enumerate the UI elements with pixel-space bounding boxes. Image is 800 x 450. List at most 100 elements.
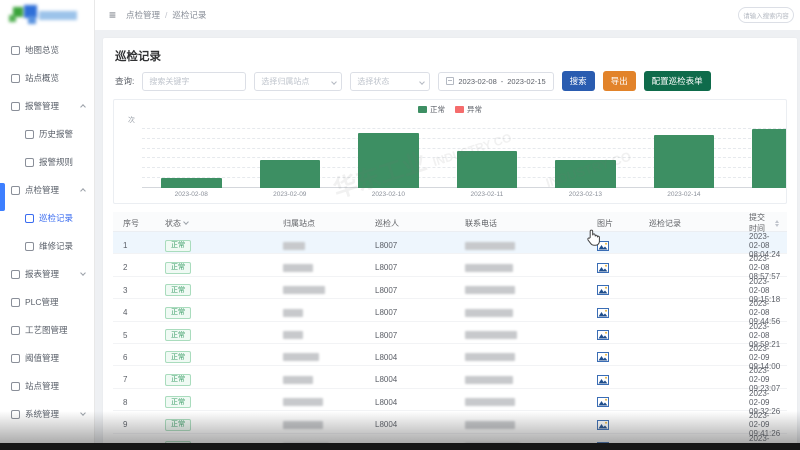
breadcrumb-section[interactable]: 点检管理 [126, 9, 160, 21]
image-thumbnail-icon[interactable] [597, 352, 609, 362]
table-row[interactable]: 6正常L80042023-02-09 09:14:00 [113, 344, 787, 366]
sidebar-item-process-diagram[interactable]: 工艺图管理 [0, 316, 94, 344]
table-row[interactable]: 8正常L80042023-02-09 09:32:26 [113, 389, 787, 411]
cell-image[interactable] [587, 375, 639, 385]
cell-status: 正常 [155, 419, 273, 431]
cell-status: 正常 [155, 240, 273, 252]
redacted-station [283, 309, 303, 317]
sidebar-item-station[interactable]: 站点管理 [0, 372, 94, 400]
sort-icon[interactable] [775, 220, 779, 227]
legend-label: 异常 [467, 104, 482, 115]
bottom-letterbox-bar [0, 443, 800, 450]
column-header-label: 联系电话 [465, 218, 497, 229]
sidebar-item-alarm[interactable]: 报警管理 [0, 92, 94, 120]
bar-2023-02-09[interactable] [260, 160, 321, 188]
cell-inspector: L8007 [365, 263, 455, 272]
image-thumbnail-icon[interactable] [597, 397, 609, 407]
cell-inspector: L8004 [365, 375, 455, 384]
bar-2023-02-14[interactable] [654, 135, 715, 188]
table-row[interactable]: 2正常L80072023-02-08 08:57:57 [113, 254, 787, 276]
sidebar-item-patrol-record[interactable]: 巡检记录 [0, 204, 94, 232]
table-row[interactable]: 4正常L80072023-02-08 09:44:56 [113, 299, 787, 321]
sidebar-item-label: 报表管理 [25, 268, 59, 280]
patrol-record-icon [25, 214, 34, 223]
sidebar-item-site-overview[interactable]: 站点概览 [0, 64, 94, 92]
bar-2023-02-10[interactable] [358, 133, 419, 188]
sidebar-item-label: 历史报警 [39, 128, 73, 140]
image-thumbnail-icon[interactable] [597, 375, 609, 385]
cell-phone [455, 309, 587, 317]
bar-2023-02-11[interactable] [457, 151, 518, 188]
sidebar-item-plc[interactable]: PLC管理 [0, 288, 94, 316]
image-thumbnail-icon[interactable] [597, 285, 609, 295]
status-select[interactable]: 选择状态 [350, 72, 430, 91]
sidebar-item-alarm-rule[interactable]: 报警规则 [0, 148, 94, 176]
column-header-8[interactable]: 提交时间 [739, 212, 787, 234]
image-thumbnail-icon[interactable] [597, 308, 609, 318]
cell-image[interactable] [587, 352, 639, 362]
table-row[interactable]: 5正常L80072023-02-08 09:59:21 [113, 322, 787, 344]
global-search-input[interactable]: 请输入搜索内容 [738, 7, 794, 23]
config-inspection-form-button[interactable]: 配置巡检表单 [644, 71, 711, 91]
keyword-input[interactable] [142, 72, 246, 91]
status-badge: 正常 [165, 240, 191, 252]
chevron-up-icon [80, 188, 86, 194]
sidebar-item-inspection[interactable]: 点检管理 [0, 176, 94, 204]
cell-image[interactable] [587, 308, 639, 318]
sidebar-item-threshold[interactable]: 阈值管理 [0, 344, 94, 372]
cell-image[interactable] [587, 285, 639, 295]
sidebar: 地图总览站点概览报警管理历史报警报警规则点检管理巡检记录维修记录报表管理 PLC管… [0, 0, 95, 450]
bar-2023-02-08[interactable] [161, 178, 222, 188]
status-badge: 正常 [165, 419, 191, 431]
sidebar-item-history-alarm[interactable]: 历史报警 [0, 120, 94, 148]
chart-x-axis-labels: 2023-02-082023-02-092023-02-102023-02-11… [142, 191, 786, 201]
image-thumbnail-icon[interactable] [597, 330, 609, 340]
cell-image[interactable] [587, 330, 639, 340]
filter-caret-icon[interactable] [183, 219, 189, 225]
sidebar-item-repair-record[interactable]: 维修记录 [0, 232, 94, 260]
status-badge: 正常 [165, 396, 191, 408]
chevron-down-icon [80, 270, 86, 276]
image-thumbnail-icon[interactable] [597, 241, 609, 251]
date-range-picker[interactable]: 2023-02-08 - 2023-02-15 [438, 72, 553, 91]
cell-phone [455, 398, 587, 406]
sidebar-item-label: 阈值管理 [25, 352, 59, 364]
query-label: 查询: [115, 75, 134, 87]
sidebar-item-system[interactable]: 系统管理 [0, 400, 94, 428]
legend-item-异常[interactable]: 异常 [455, 104, 482, 115]
table-row[interactable]: 3正常L80072023-02-08 09:15:18 [113, 277, 787, 299]
y-axis-unit: 次 [128, 115, 135, 125]
sidebar-collapse-icon[interactable]: ≡ [109, 8, 116, 22]
table-row[interactable]: 7正常L80042023-02-09 09:23:07 [113, 366, 787, 388]
bar-clipped[interactable] [752, 129, 786, 188]
alarm-rule-icon [25, 158, 34, 167]
image-thumbnail-icon[interactable] [597, 263, 609, 273]
column-header-4: 巡检人 [365, 218, 455, 229]
search-button[interactable]: 搜索 [562, 71, 595, 91]
column-header-label: 状态 [165, 218, 181, 229]
table-row[interactable]: 1正常L80072023-02-08 08:04:24 [113, 232, 787, 254]
breadcrumb-separator: / [165, 10, 167, 20]
legend-item-正常[interactable]: 正常 [418, 104, 445, 115]
cell-index: 5 [113, 331, 155, 340]
cell-image[interactable] [587, 241, 639, 251]
app-logo [0, 0, 94, 32]
image-thumbnail-icon[interactable] [597, 420, 609, 430]
export-button[interactable]: 导出 [603, 71, 636, 91]
sidebar-item-label: 站点概览 [25, 72, 59, 84]
cell-index: 9 [113, 420, 155, 429]
station-select[interactable]: 选择归属站点 [254, 72, 342, 91]
table-row[interactable]: 9正常L80042023-02-09 09:41:26 [113, 411, 787, 433]
sidebar-item-map[interactable]: 地图总览 [0, 36, 94, 64]
bar-2023-02-13[interactable] [555, 160, 616, 188]
cell-image[interactable] [587, 263, 639, 273]
threshold-icon [11, 354, 20, 363]
cell-image[interactable] [587, 397, 639, 407]
cell-status: 正常 [155, 329, 273, 341]
sidebar-item-report[interactable]: 报表管理 [0, 260, 94, 288]
drawer-handle[interactable] [0, 183, 5, 211]
column-header-2[interactable]: 状态 [155, 218, 273, 229]
cell-image[interactable] [587, 420, 639, 430]
column-header-3: 归属站点 [273, 218, 365, 229]
column-header-6: 图片 [587, 218, 639, 229]
